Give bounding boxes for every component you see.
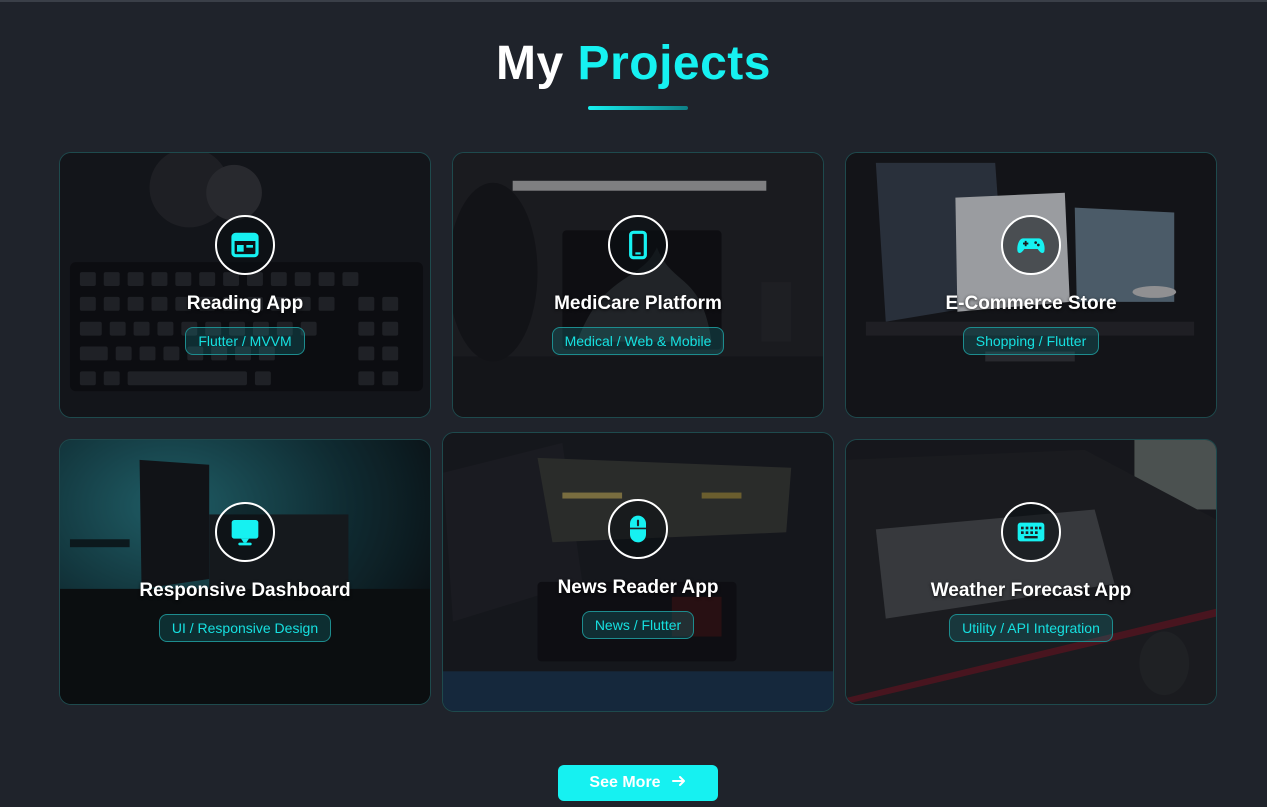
see-more-label: See More <box>589 774 661 791</box>
project-tag: Flutter / MVVM <box>185 327 305 355</box>
arrow-right-icon <box>671 773 687 794</box>
project-title: Weather Forecast App <box>930 580 1132 601</box>
project-title: Responsive Dashboard <box>139 580 351 601</box>
card-content: MediCare Platform Medical / Web & Mobile <box>453 215 823 355</box>
card-content: News Reader App News / Flutter <box>443 499 833 639</box>
project-card-weather-forecast-app[interactable]: Weather Forecast App Utility / API Integ… <box>845 439 1217 705</box>
project-tag: News / Flutter <box>581 611 695 639</box>
title-accent: Projects <box>577 37 771 90</box>
project-card-e-commerce-store[interactable]: E-Commerce Store Shopping / Flutter <box>845 152 1217 418</box>
card-content: Reading App Flutter / MVVM <box>60 215 430 355</box>
page-title: My Projects <box>0 36 1267 91</box>
project-tag: UI / Responsive Design <box>158 614 332 642</box>
project-card-reading-app[interactable]: Reading App Flutter / MVVM <box>59 152 431 418</box>
keyboard-icon <box>1001 502 1061 562</box>
project-tag: Medical / Web & Mobile <box>551 327 725 355</box>
project-tag: Utility / API Integration <box>949 614 1113 642</box>
gamepad-icon <box>1001 215 1061 275</box>
project-card-news-reader-app[interactable]: News Reader App News / Flutter <box>442 432 834 712</box>
card-content: Responsive Dashboard UI / Responsive Des… <box>60 502 430 642</box>
project-card-responsive-dashboard[interactable]: Responsive Dashboard UI / Responsive Des… <box>59 439 431 705</box>
card-content: E-Commerce Store Shopping / Flutter <box>846 215 1216 355</box>
monitor-icon <box>215 502 275 562</box>
project-title: MediCare Platform <box>554 293 722 314</box>
title-underline <box>588 106 688 110</box>
smartphone-icon <box>608 215 668 275</box>
window-icon <box>215 215 275 275</box>
project-title: Reading App <box>186 293 304 314</box>
card-content: Weather Forecast App Utility / API Integ… <box>846 502 1216 642</box>
project-title: E-Commerce Store <box>945 293 1117 314</box>
project-tag: Shopping / Flutter <box>962 327 1100 355</box>
project-title: News Reader App <box>557 577 719 598</box>
see-more-button[interactable]: See More <box>558 765 718 801</box>
project-card-medicare-platform[interactable]: MediCare Platform Medical / Web & Mobile <box>452 152 824 418</box>
mouse-icon <box>608 499 668 559</box>
title-prefix: My <box>496 37 564 90</box>
